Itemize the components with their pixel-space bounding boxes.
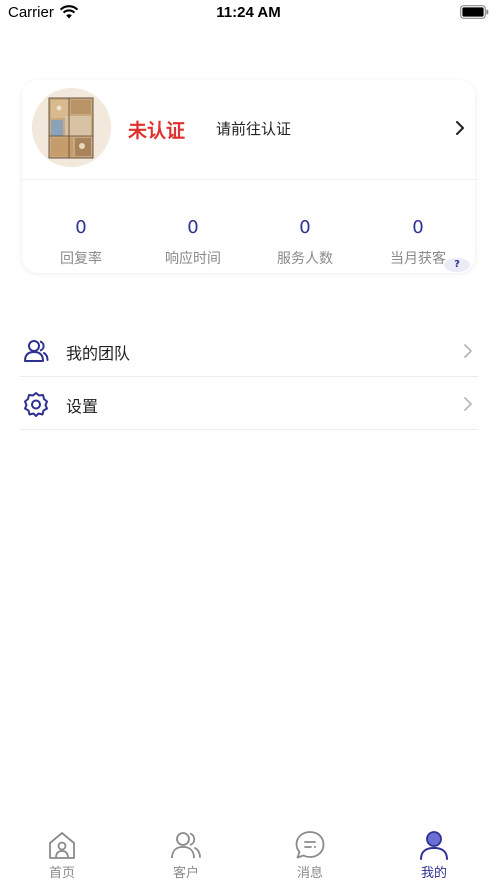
floor-plan-avatar-image	[32, 88, 111, 167]
tab-label: 客户	[172, 866, 199, 881]
go-certify-link[interactable]: 请前往认证	[216, 118, 291, 139]
stat-label: 响应时间	[165, 251, 221, 267]
gear-icon	[24, 392, 48, 417]
stat-value: 0	[412, 217, 424, 238]
help-icon[interactable]: ?	[444, 258, 470, 272]
stat-service-count: 0 服务人数	[249, 216, 361, 268]
divider	[20, 376, 478, 377]
tab-label: 首页	[48, 866, 75, 881]
chevron-right-icon	[464, 397, 472, 411]
menu-item-my-team[interactable]: 我的团队	[20, 325, 478, 377]
menu-item-label: 设置	[66, 397, 99, 416]
battery-icon	[460, 5, 489, 19]
tab-home[interactable]: 首页	[17, 829, 107, 881]
chevron-right-icon	[464, 344, 472, 358]
home-icon	[49, 832, 75, 859]
menu-item-label: 我的团队	[66, 344, 131, 363]
stat-label: 服务人数	[277, 251, 333, 267]
tab-mine[interactable]: 我的	[389, 829, 479, 881]
certification-status: 未认证	[128, 120, 186, 142]
tab-label: 消息	[296, 866, 323, 881]
stat-reply-rate: 0 回复率	[25, 216, 137, 268]
message-icon	[295, 831, 325, 859]
team-icon	[24, 340, 49, 362]
divider	[20, 429, 478, 430]
menu-item-settings[interactable]: 设置	[20, 378, 478, 430]
divider	[22, 179, 475, 180]
stat-value: 0	[75, 217, 87, 238]
clock: 11:24 AM	[216, 4, 281, 21]
profile-card: 未认证 请前往认证 0 回复率 0 响应时间 0 服务人数 0 当月获客 ?	[22, 80, 475, 273]
tab-customers[interactable]: 客户	[141, 829, 231, 881]
chevron-right-icon[interactable]	[454, 120, 466, 136]
stat-value: 0	[187, 217, 199, 238]
stat-response-time: 0 响应时间	[137, 216, 249, 268]
stat-value: 0	[299, 217, 311, 238]
tab-bar: 首页 客户 消息 我的	[0, 823, 497, 883]
status-bar: Carrier 11:24 AM	[0, 0, 497, 26]
customers-icon	[171, 832, 201, 859]
stat-label: 回复率	[60, 251, 102, 267]
avatar[interactable]	[32, 88, 111, 167]
profile-icon	[420, 831, 448, 860]
tab-label: 我的	[420, 866, 447, 881]
tab-messages[interactable]: 消息	[265, 829, 355, 881]
